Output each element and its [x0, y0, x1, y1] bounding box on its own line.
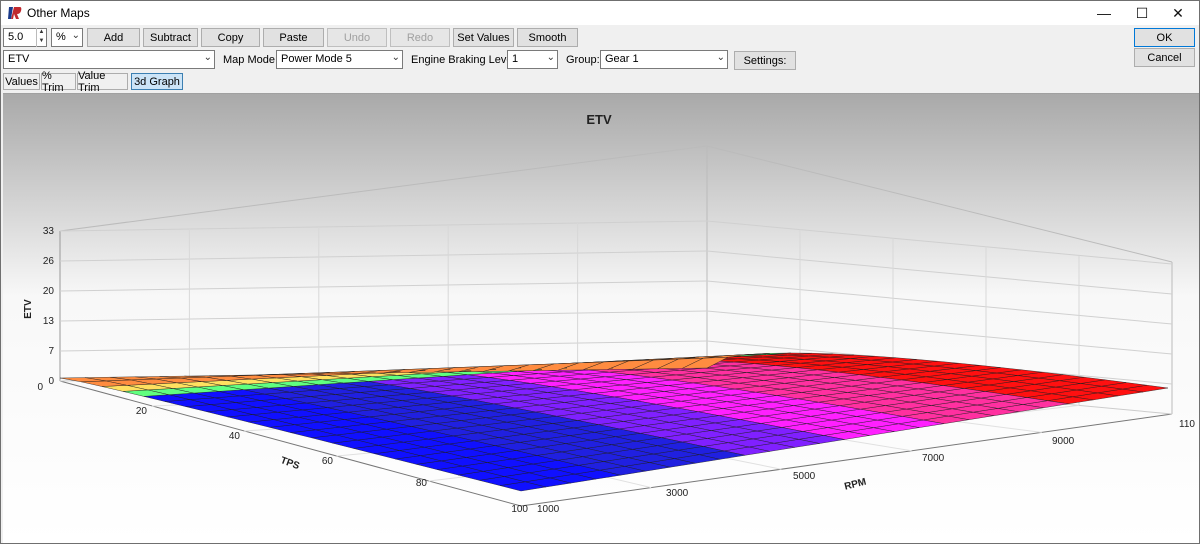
z-tick: 26: [43, 256, 55, 267]
map-mode-text: Power Mode 5: [281, 53, 352, 65]
map-select-text: ETV: [8, 53, 30, 65]
y-tick: 7000: [922, 453, 945, 464]
x-tick: 100: [511, 504, 528, 515]
app-logo-icon: [8, 7, 22, 19]
cancel-button[interactable]: Cancel: [1134, 48, 1195, 67]
add-button[interactable]: Add: [87, 28, 140, 47]
undo-button[interactable]: Undo: [327, 28, 387, 47]
z-tick: 33: [43, 226, 55, 237]
y-tick: 5000: [793, 471, 816, 482]
tab-percent-trim[interactable]: % Trim: [41, 70, 76, 94]
group-label: Group:: [566, 54, 600, 66]
selector-row: ETV ⌄ Map Mode: Power Mode 5 ⌄ Engine Br…: [1, 48, 1199, 70]
map-mode-label: Map Mode:: [223, 54, 279, 66]
group-select[interactable]: Gear 1 ⌄: [600, 50, 728, 69]
settings-button[interactable]: Settings:: [734, 51, 796, 70]
other-maps-window: Other Maps — ☐ ✕ 5.0 ▲ ▼ % ⌄ Add Subtrac…: [0, 0, 1200, 544]
ok-button[interactable]: OK: [1134, 28, 1195, 47]
engine-braking-label: Engine Braking Level:: [411, 54, 519, 66]
chart-title: ETV: [586, 112, 612, 127]
tab-values[interactable]: Values: [3, 73, 40, 90]
z-tick: 20: [43, 286, 55, 297]
x-tick: 40: [229, 431, 241, 442]
step-unit-text: %: [56, 31, 66, 43]
chevron-down-icon: ⌄: [716, 52, 725, 63]
chevron-down-icon: ⌄: [203, 52, 212, 63]
y-tick: 3000: [666, 488, 689, 499]
subtract-button[interactable]: Subtract: [143, 28, 198, 47]
title-bar: Other Maps — ☐ ✕: [1, 1, 1199, 25]
z-tick: 0: [48, 376, 54, 387]
spin-up-icon[interactable]: ▲: [37, 28, 46, 37]
engine-braking-text: 1: [512, 53, 519, 65]
close-button[interactable]: ✕: [1155, 1, 1199, 25]
x-tick: 20: [136, 406, 148, 417]
paste-button[interactable]: Paste: [263, 28, 324, 47]
smooth-button[interactable]: Smooth: [517, 28, 578, 47]
z-tick: 7: [48, 346, 54, 357]
tab-3d-graph[interactable]: 3d Graph: [131, 73, 183, 90]
step-value-text: 5.0: [8, 31, 24, 43]
y-tick: 1000: [537, 504, 560, 515]
y-tick: 110: [1179, 419, 1195, 430]
chevron-down-icon: ⌄: [391, 52, 400, 63]
copy-button[interactable]: Copy: [201, 28, 260, 47]
etv-3d-chart[interactable]: ETV ETV TPS RPM 33 26 20 13 7 0 0 20 40 …: [3, 94, 1199, 543]
group-select-text: Gear 1: [605, 53, 639, 65]
x-tick: 0: [37, 382, 43, 393]
chevron-down-icon: ⌄: [546, 52, 555, 63]
x-tick: 60: [322, 456, 334, 467]
x-tick: 80: [416, 478, 428, 489]
step-spinner[interactable]: ▲ ▼: [36, 28, 46, 47]
map-select[interactable]: ETV ⌄: [3, 50, 215, 69]
engine-braking-select[interactable]: 1 ⌄: [507, 50, 558, 69]
toolbar: 5.0 ▲ ▼ % ⌄ Add Subtract Copy Paste Undo…: [1, 28, 1199, 48]
chevron-down-icon: ⌄: [71, 30, 80, 41]
redo-button[interactable]: Redo: [390, 28, 450, 47]
z-tick: 13: [43, 316, 55, 327]
tab-value-trim[interactable]: Value Trim: [77, 70, 128, 94]
spin-down-icon[interactable]: ▼: [37, 37, 46, 46]
y-tick: 9000: [1052, 436, 1075, 447]
set-values-button[interactable]: Set Values: [453, 28, 514, 47]
step-value-input[interactable]: 5.0 ▲ ▼: [3, 28, 47, 47]
graph-panel: ETV ETV TPS RPM 33 26 20 13 7 0 0 20 40 …: [3, 93, 1199, 543]
step-unit-select[interactable]: % ⌄: [51, 28, 83, 47]
window-title: Other Maps: [27, 6, 90, 20]
z-axis-label: ETV: [23, 299, 34, 319]
view-tabs: Values % Trim Value Trim 3d Graph: [1, 70, 1199, 94]
map-mode-select[interactable]: Power Mode 5 ⌄: [276, 50, 403, 69]
